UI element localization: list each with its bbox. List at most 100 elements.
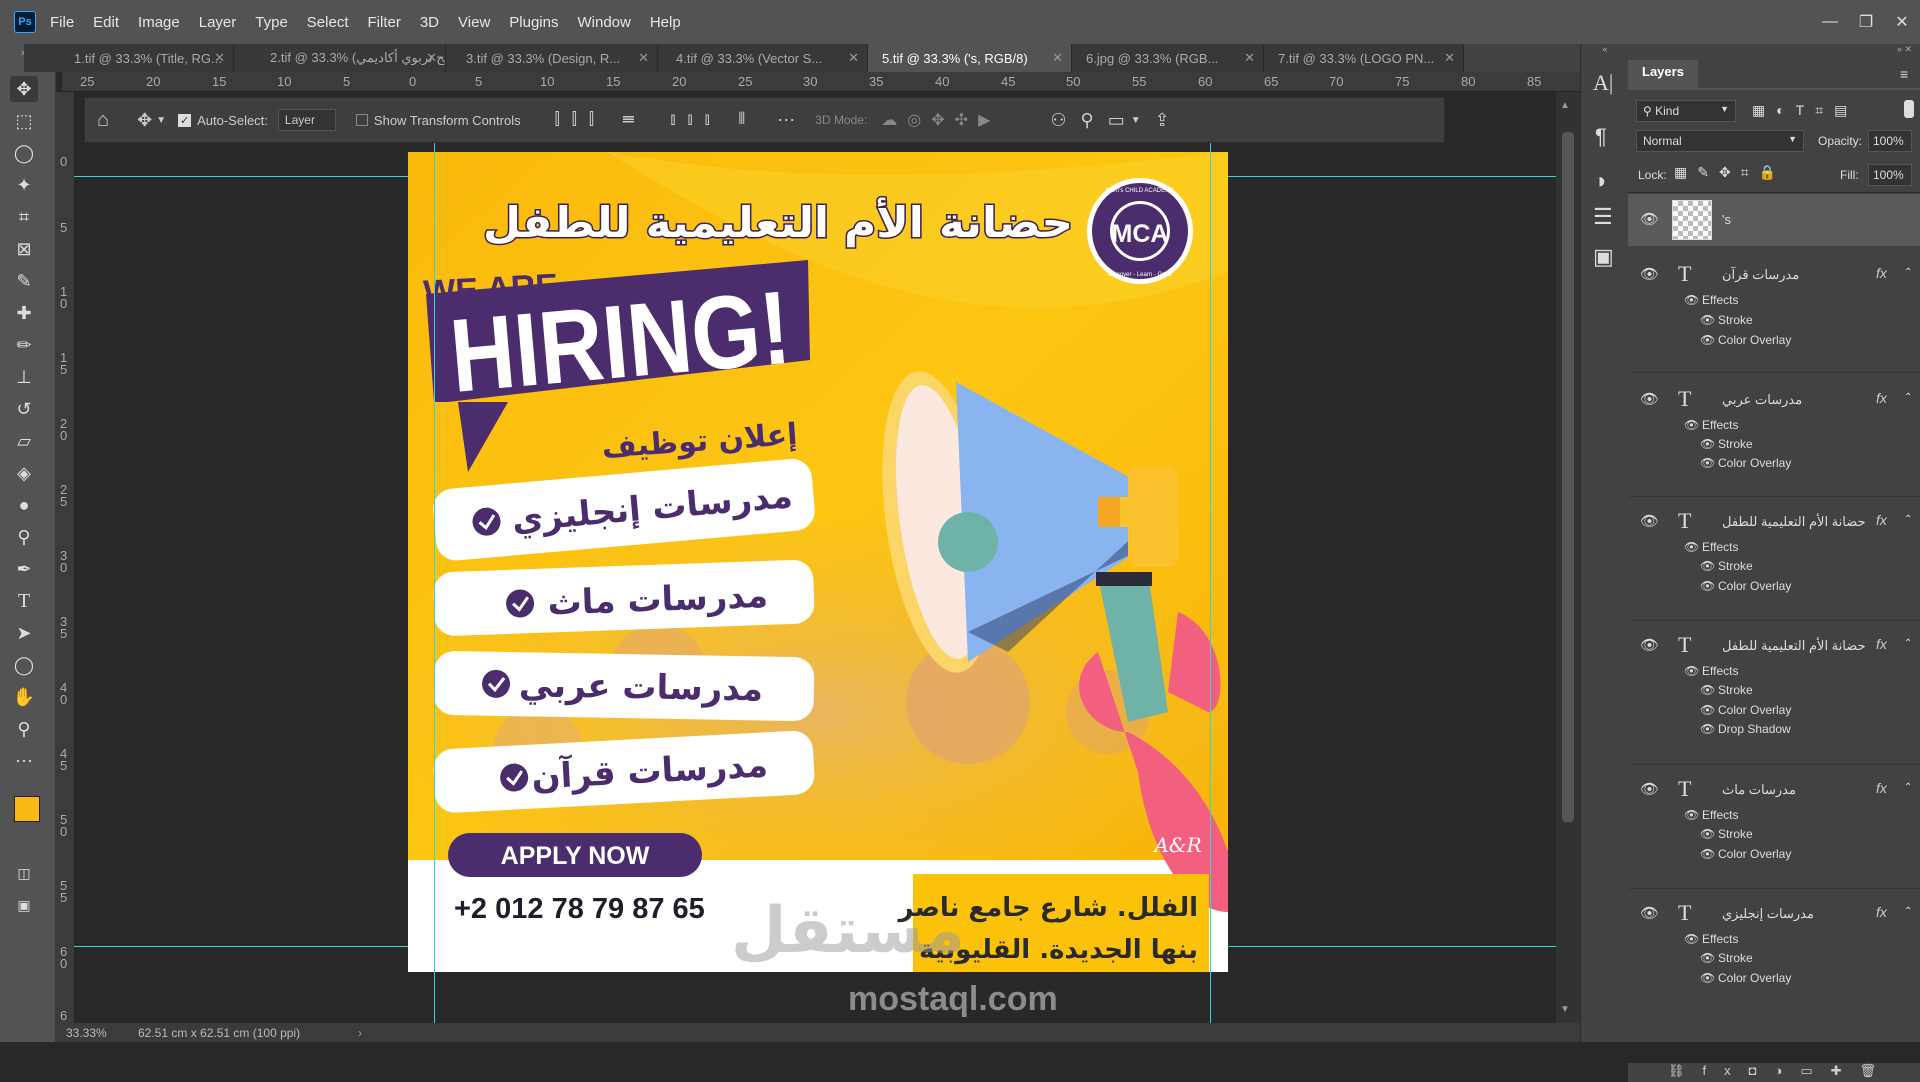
menu-plugins[interactable]: Plugins xyxy=(509,14,558,31)
healing-brush-icon[interactable]: ✚ xyxy=(10,300,38,326)
brush-icon[interactable]: ✏ xyxy=(10,332,38,358)
tab-doc-1[interactable]: 1.tif @ 33.3% (Title, RG... ✕ xyxy=(24,44,234,72)
effect-eye-icon[interactable]: 👁 xyxy=(1700,333,1715,347)
layer-name[interactable]: مدرسات عربي xyxy=(1722,392,1802,408)
ellipse-tool-icon[interactable]: ◯ xyxy=(10,652,38,678)
layer-name[interactable]: 's xyxy=(1722,212,1731,227)
visibility-eye-icon[interactable]: 👁 xyxy=(1640,265,1659,283)
fx-icon[interactable]: fx xyxy=(1876,390,1887,406)
layer-name[interactable]: مدرسات ماث xyxy=(1722,782,1796,798)
eraser-icon[interactable]: ▱ xyxy=(10,428,38,454)
zoom-level[interactable]: 33.33% xyxy=(66,1026,107,1040)
auto-select-dropdown[interactable]: Layer xyxy=(277,109,336,131)
restore-icon[interactable]: ❐ xyxy=(1848,0,1884,44)
effect-eye-icon[interactable]: 👁 xyxy=(1700,971,1715,985)
workspace-icon[interactable]: ▭ xyxy=(1108,110,1125,131)
effect-color-overlay[interactable]: Color Overlay xyxy=(1718,456,1791,470)
tab-doc-6[interactable]: 6.jpg @ 33.3% (RGB... ✕ xyxy=(1072,44,1264,72)
crop-icon[interactable]: ⌗ xyxy=(10,204,38,230)
photoshop-app-icon[interactable]: Ps xyxy=(14,11,36,33)
chevron-down-icon[interactable]: ▼ xyxy=(156,115,166,126)
effect-stroke[interactable]: Stroke xyxy=(1718,683,1753,697)
layer-name[interactable]: حضانة الأم التعليمية للطفل xyxy=(1722,514,1866,530)
align-icons[interactable]: ⫿⫿⫿ ☰ xyxy=(555,111,647,129)
effect-stroke[interactable]: Stroke xyxy=(1718,951,1753,965)
close-icon[interactable]: ✕ xyxy=(1884,0,1920,44)
menu-file[interactable]: File xyxy=(50,14,74,31)
chevron-down-icon[interactable]: ▼ xyxy=(1131,115,1141,126)
effects-eye-icon[interactable]: 👁 xyxy=(1684,932,1699,946)
menu-image[interactable]: Image xyxy=(138,14,180,31)
close-tab-icon[interactable]: ✕ xyxy=(638,50,649,66)
visibility-eye-icon[interactable]: 👁 xyxy=(1640,904,1659,922)
tab-doc-2[interactable]: 2.tif @ 33.3% (مليح تربوي أكاديمي...✕ xyxy=(234,44,446,72)
pen-icon[interactable]: ✒ xyxy=(10,556,38,582)
close-tab-icon[interactable]: ✕ xyxy=(1244,50,1255,66)
effects-eye-icon[interactable]: 👁 xyxy=(1684,808,1699,822)
fx-icon[interactable]: fx xyxy=(1876,636,1887,652)
effect-color-overlay[interactable]: Color Overlay xyxy=(1718,971,1791,985)
effect-eye-icon[interactable]: 👁 xyxy=(1700,703,1715,717)
effects-eye-icon[interactable]: 👁 xyxy=(1684,418,1699,432)
rectangular-marquee-icon[interactable]: ⬚ xyxy=(10,108,38,134)
close-tab-icon[interactable]: ✕ xyxy=(426,50,437,66)
menu-select[interactable]: Select xyxy=(307,14,349,31)
menu-view[interactable]: View xyxy=(458,14,490,31)
share-user-icon[interactable]: ⚇ xyxy=(1050,110,1066,131)
effect-eye-icon[interactable]: 👁 xyxy=(1700,313,1715,327)
layer-name[interactable]: مدرسات قرآن xyxy=(1722,267,1799,283)
home-icon[interactable]: ⌂ xyxy=(97,109,109,132)
frame-tool-icon[interactable]: ⊠ xyxy=(10,236,38,262)
blur-icon[interactable]: ● xyxy=(10,492,38,518)
opacity-field[interactable]: 100% xyxy=(1868,130,1912,152)
vertical-scrollbar[interactable]: ▲ ▼ xyxy=(1556,92,1580,1023)
layer-filter-icons[interactable]: ▦◐T⌗▤ xyxy=(1752,102,1858,119)
effect-eye-icon[interactable]: 👁 xyxy=(1700,579,1715,593)
filter-kind-dropdown[interactable]: ⚲ Kind ▼ xyxy=(1636,100,1736,122)
type-tool-icon[interactable]: T xyxy=(10,588,38,614)
layer-name[interactable]: مدرسات إنجليزي xyxy=(1722,906,1814,922)
close-tab-icon[interactable]: ✕ xyxy=(1052,50,1063,66)
tab-doc-5[interactable]: 5.tif @ 33.3% ('s, RGB/8) ✕ xyxy=(868,44,1072,72)
quick-mask-icon[interactable]: ◫ xyxy=(10,860,38,886)
fx-icon[interactable]: fx xyxy=(1876,904,1887,920)
collapse-effects-icon[interactable]: ⌃ xyxy=(1904,782,1912,793)
tab-doc-3[interactable]: 3.tif @ 33.3% (Design, R... ✕ xyxy=(446,44,658,72)
layer-name[interactable]: حضانة الأم التعليمية للطفل xyxy=(1722,638,1866,654)
layers-bottom-toolbar[interactable]: ⛓fx◘◑▭✚🗑 xyxy=(1628,1062,1920,1082)
eyedropper-icon[interactable]: ✎ xyxy=(10,268,38,294)
fx-icon[interactable]: fx xyxy=(1876,512,1887,528)
close-tab-icon[interactable]: ✕ xyxy=(1444,50,1455,66)
collapse-effects-icon[interactable]: ⌃ xyxy=(1904,392,1912,403)
menu-layer[interactable]: Layer xyxy=(199,14,237,31)
effect-eye-icon[interactable]: 👁 xyxy=(1700,559,1715,573)
effects-eye-icon[interactable]: 👁 xyxy=(1684,664,1699,678)
auto-select-checkbox[interactable]: ✓ xyxy=(178,113,192,127)
minimize-icon[interactable]: — xyxy=(1812,0,1848,44)
close-tab-icon[interactable]: ✕ xyxy=(214,50,225,66)
close-tab-icon[interactable]: ✕ xyxy=(848,50,859,66)
menu-3d[interactable]: 3D xyxy=(420,14,439,31)
zoom-tool-icon[interactable]: ⚲ xyxy=(10,716,38,742)
effect-eye-icon[interactable]: 👁 xyxy=(1700,683,1715,697)
visibility-eye-icon[interactable]: 👁 xyxy=(1640,780,1659,798)
menu-edit[interactable]: Edit xyxy=(93,14,119,31)
vertical-guide[interactable] xyxy=(434,143,435,1023)
scroll-down-icon[interactable]: ▼ xyxy=(1560,1004,1570,1015)
fx-icon[interactable]: fx xyxy=(1876,265,1887,281)
menu-window[interactable]: Window xyxy=(577,14,630,31)
status-chevron-icon[interactable]: › xyxy=(358,1026,362,1040)
move-tool-options-icon[interactable]: ✥ xyxy=(137,110,152,131)
effect-color-overlay[interactable]: Color Overlay xyxy=(1718,847,1791,861)
visibility-eye-icon[interactable]: 👁 xyxy=(1640,636,1659,654)
effect-eye-icon[interactable]: 👁 xyxy=(1700,437,1715,451)
share-icon[interactable]: ⇪ xyxy=(1155,110,1170,131)
hand-tool-icon[interactable]: ✋ xyxy=(10,684,38,710)
tab-doc-7[interactable]: 7.tif @ 33.3% (LOGO PN... ✕ xyxy=(1264,44,1464,72)
libraries-panel-icon[interactable]: ▣ xyxy=(1593,244,1614,270)
visibility-eye-icon[interactable]: 👁 xyxy=(1640,512,1659,530)
effect-stroke[interactable]: Stroke xyxy=(1718,313,1753,327)
history-brush-icon[interactable]: ↺ xyxy=(10,396,38,422)
fill-field[interactable]: 100% xyxy=(1868,164,1912,186)
effects-eye-icon[interactable]: 👁 xyxy=(1684,293,1699,307)
